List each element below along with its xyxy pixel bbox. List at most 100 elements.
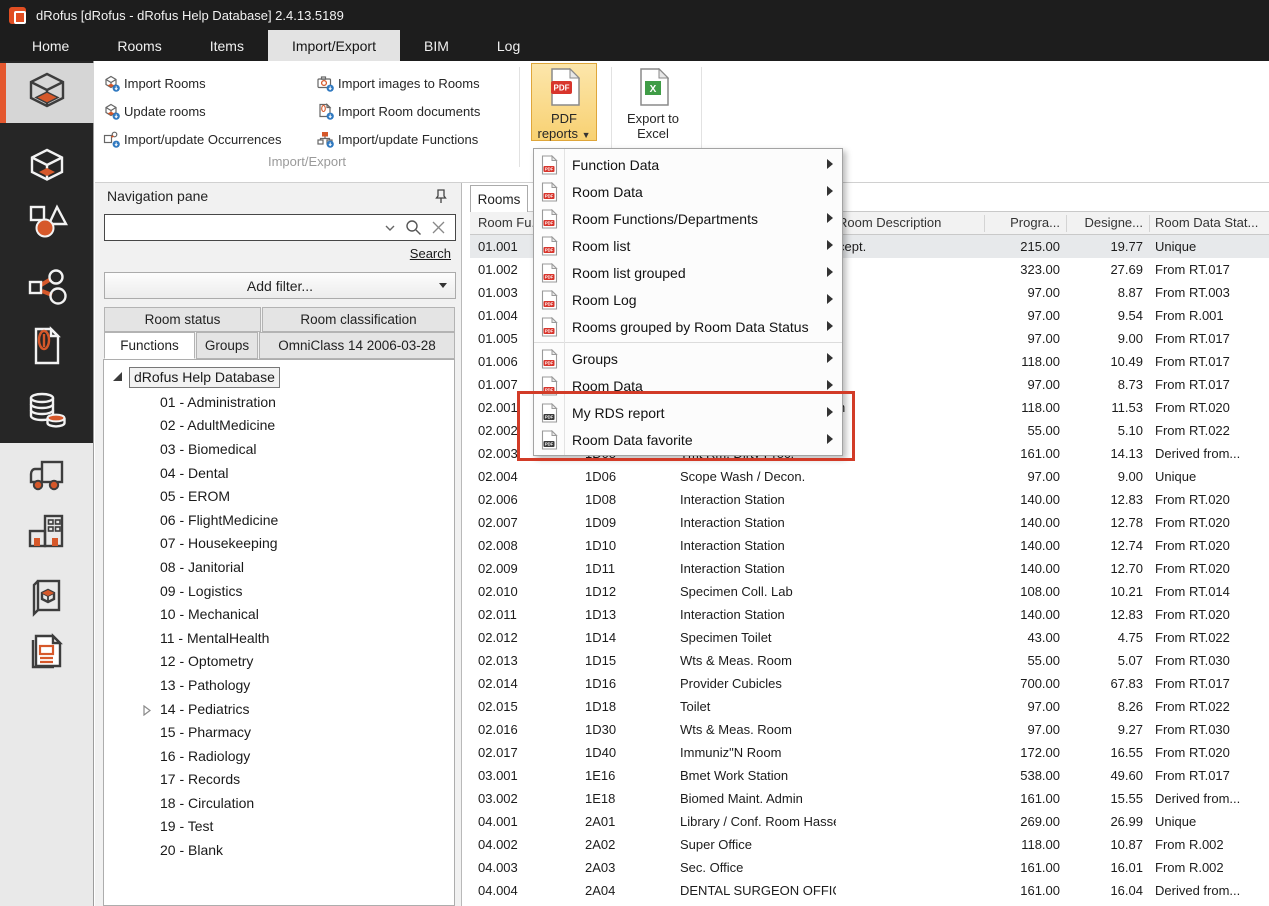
pin-icon[interactable]: [435, 189, 447, 209]
table-row[interactable]: 02.0041D06Scope Wash / Decon.97.009.00Un…: [470, 465, 1269, 488]
table-row[interactable]: 02.0141D16Provider Cubicles700.0067.83Fr…: [470, 672, 1269, 695]
menu-tab-items[interactable]: Items: [186, 30, 268, 61]
import-update-occurrences-button[interactable]: Import/update Occurrences: [103, 125, 282, 153]
table-row[interactable]: 03.0021E18Biomed Maint. Admin161.0015.55…: [470, 787, 1269, 810]
menu-item-room-list[interactable]: PDFRoom list: [534, 232, 842, 259]
tree-item-13-pathology[interactable]: 13 - Pathology: [104, 673, 454, 697]
menu-item-room-list-grouped[interactable]: PDFRoom list grouped: [534, 259, 842, 286]
import-rooms-button[interactable]: Import Rooms: [103, 69, 282, 97]
sidebar-module-catalog-icon[interactable]: [0, 568, 94, 628]
tree-item-03-biomedical[interactable]: 03 - Biomedical: [104, 437, 454, 461]
tree-item-18-circulation[interactable]: 18 - Circulation: [104, 791, 454, 815]
search-box[interactable]: [104, 214, 456, 241]
search-icon[interactable]: [405, 219, 422, 236]
menu-item-groups[interactable]: PDFGroups: [534, 345, 842, 372]
table-row[interactable]: 02.0131D15Wts & Meas. Room55.005.07From …: [470, 649, 1269, 672]
table-row[interactable]: 02.0101D12Specimen Coll. Lab108.0010.21F…: [470, 580, 1269, 603]
column-separator[interactable]: [1149, 215, 1150, 232]
nav-tab-groups[interactable]: Groups: [196, 332, 258, 359]
tree-item-11-mentalhealth[interactable]: 11 - MentalHealth: [104, 626, 454, 650]
tree-item-10-mechanical[interactable]: 10 - Mechanical: [104, 602, 454, 626]
tree-item-16-radiology[interactable]: 16 - Radiology: [104, 744, 454, 768]
tree-item-19-test[interactable]: 19 - Test: [104, 815, 454, 839]
import-room-documents-button[interactable]: Import Room documents: [317, 97, 480, 125]
menu-item-room-log[interactable]: PDFRoom Log: [534, 286, 842, 313]
menu-item-function-data[interactable]: PDFFunction Data: [534, 151, 842, 178]
sidebar-module-reports-icon[interactable]: [0, 623, 94, 683]
tree-item-06-flightmedicine[interactable]: 06 - FlightMedicine: [104, 508, 454, 532]
table-row[interactable]: 02.0061D08Interaction Station140.0012.83…: [470, 488, 1269, 511]
expander-collapsed-icon[interactable]: [142, 703, 152, 719]
menu-tab-import-export[interactable]: Import/Export: [268, 30, 400, 61]
menu-tab-log[interactable]: Log: [473, 30, 544, 61]
tree-item-05-erom[interactable]: 05 - EROM: [104, 484, 454, 508]
sidebar-module-buildings-icon[interactable]: [0, 503, 94, 563]
search-input[interactable]: [105, 220, 385, 235]
table-row[interactable]: 03.0011E16Bmet Work Station538.0049.60Fr…: [470, 764, 1269, 787]
menu-tab-rooms[interactable]: Rooms: [93, 30, 185, 61]
menu-item-room-data[interactable]: PDFRoom Data: [534, 178, 842, 205]
table-row[interactable]: 02.0071D09Interaction Station140.0012.78…: [470, 511, 1269, 534]
tree-item-08-janitorial[interactable]: 08 - Janitorial: [104, 555, 454, 579]
tree-item-01-administration[interactable]: 01 - Administration: [104, 390, 454, 414]
sidebar-module-occurrences-icon[interactable]: [0, 260, 94, 320]
sidebar-module-rooms-icon[interactable]: [0, 63, 94, 123]
submenu-arrow-icon: [827, 213, 833, 223]
sidebar-module-documents-icon[interactable]: [0, 318, 94, 378]
column-separator[interactable]: [1066, 215, 1067, 232]
add-filter-dropdown[interactable]: Add filter...: [104, 272, 456, 299]
column-separator[interactable]: [984, 215, 985, 232]
update-rooms-button[interactable]: Update rooms: [103, 97, 282, 125]
import-update-functions-button[interactable]: Import/update Functions: [317, 125, 480, 153]
column-header-designe[interactable]: Designe...: [1068, 212, 1148, 234]
table-row[interactable]: 02.0171D40Immuniz"N Room172.0016.55From …: [470, 741, 1269, 764]
table-row[interactable]: 02.0081D10Interaction Station140.0012.74…: [470, 534, 1269, 557]
table-cell: 02.010: [470, 580, 560, 603]
search-link[interactable]: Search: [410, 246, 451, 261]
table-cell: Interaction Station: [680, 557, 836, 580]
table-row[interactable]: 04.0032A03Sec. Office161.0016.01From R.0…: [470, 856, 1269, 879]
column-header-room-data-stat[interactable]: Room Data Stat...: [1153, 212, 1269, 234]
tree-item-04-dental[interactable]: 04 - Dental: [104, 461, 454, 485]
tree-item-20-blank[interactable]: 20 - Blank: [104, 838, 454, 862]
tab-rooms[interactable]: Rooms: [470, 185, 528, 212]
column-header-progra[interactable]: Progra...: [986, 212, 1068, 234]
tree-item-07-housekeeping[interactable]: 07 - Housekeeping: [104, 532, 454, 556]
menu-tab-home[interactable]: Home: [8, 30, 93, 61]
tree-root[interactable]: dRofus Help Database: [112, 364, 454, 390]
tree-item-12-optometry[interactable]: 12 - Optometry: [104, 650, 454, 674]
clear-search-icon[interactable]: [432, 221, 445, 234]
chevron-down-icon[interactable]: [385, 225, 395, 231]
menu-item-rooms-grouped-by-room-data-status[interactable]: PDFRooms grouped by Room Data Status: [534, 313, 842, 340]
menu-item-room-functions-departments[interactable]: PDFRoom Functions/Departments: [534, 205, 842, 232]
nav-tab-room-classification[interactable]: Room classification: [262, 307, 455, 332]
table-cell: From RT.017: [1153, 350, 1269, 373]
table-row[interactable]: 04.0022A02Super Office118.0010.87From R.…: [470, 833, 1269, 856]
table-row[interactable]: 04.0012A01Library / Conf. Room Hassell26…: [470, 810, 1269, 833]
menu-tab-bim[interactable]: BIM: [400, 30, 473, 61]
column-header-room-description[interactable]: Room Description: [838, 212, 984, 234]
sidebar-module-accounting-icon[interactable]: [0, 383, 94, 443]
expander-expanded-icon[interactable]: [112, 369, 123, 385]
sidebar-module-rooms-alt-icon[interactable]: [0, 138, 94, 198]
tree-item-15-pharmacy[interactable]: 15 - Pharmacy: [104, 720, 454, 744]
tree-item-14-pediatrics[interactable]: 14 - Pediatrics: [104, 697, 454, 721]
sidebar-module-items-icon[interactable]: [0, 193, 94, 253]
pdf-reports-button[interactable]: PDF PDF reports ▼: [531, 63, 597, 141]
nav-tab-functions[interactable]: Functions: [104, 332, 195, 359]
table-cell: cept.: [838, 235, 984, 258]
sidebar-module-logistics-icon[interactable]: [0, 448, 94, 508]
table-row[interactable]: 04.0042A04DENTAL SURGEON OFFICE161.0016.…: [470, 879, 1269, 902]
table-row[interactable]: 02.0111D13Interaction Station140.0012.83…: [470, 603, 1269, 626]
table-row[interactable]: 02.0161D30Wts & Meas. Room97.009.27From …: [470, 718, 1269, 741]
table-row[interactable]: 02.0091D11Interaction Station140.0012.70…: [470, 557, 1269, 580]
table-row[interactable]: 02.0121D14Specimen Toilet43.004.75From R…: [470, 626, 1269, 649]
export-excel-button[interactable]: X Export toExcel: [620, 63, 686, 141]
tree-item-17-records[interactable]: 17 - Records: [104, 768, 454, 792]
tree-item-09-logistics[interactable]: 09 - Logistics: [104, 579, 454, 603]
table-row[interactable]: 02.0151D18Toilet97.008.26From RT.022: [470, 695, 1269, 718]
nav-tab-omniclass-14-2006-03-28[interactable]: OmniClass 14 2006-03-28: [259, 332, 455, 359]
nav-tab-room-status[interactable]: Room status: [104, 307, 261, 332]
import-images-to-rooms-button[interactable]: Import images to Rooms: [317, 69, 480, 97]
tree-item-02-adultmedicine[interactable]: 02 - AdultMedicine: [104, 414, 454, 438]
